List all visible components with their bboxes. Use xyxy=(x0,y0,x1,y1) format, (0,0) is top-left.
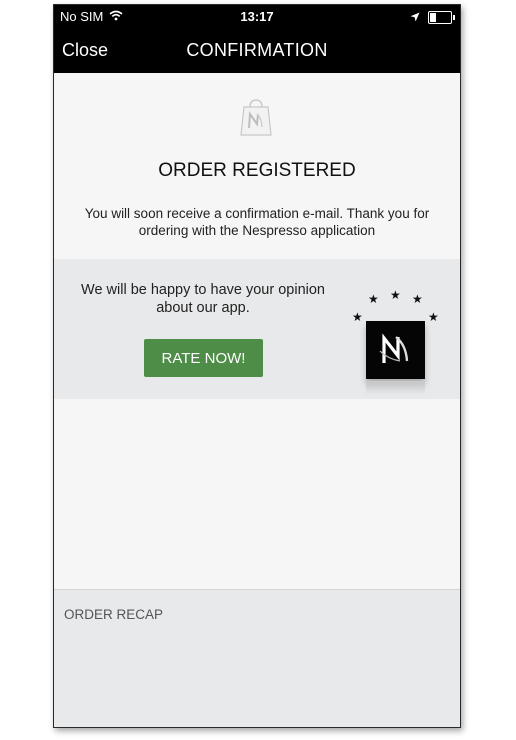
logo-reflection xyxy=(366,381,425,395)
star-icon: ★ xyxy=(390,288,401,302)
battery-icon xyxy=(428,11,455,24)
order-recap-label: ORDER RECAP xyxy=(64,607,164,622)
navigation-bar: Close CONFIRMATION xyxy=(54,29,460,73)
star-icon: ★ xyxy=(412,292,423,306)
star-icon: ★ xyxy=(368,292,379,306)
location-arrow-icon xyxy=(410,10,420,25)
rating-stars: ★ ★ ★ ★ ★ xyxy=(350,286,442,326)
star-icon: ★ xyxy=(352,310,363,324)
rate-app-panel: We will be happy to have your opinion ab… xyxy=(54,259,460,399)
status-bar: No SIM 13:17 xyxy=(54,5,460,29)
page-title: CONFIRMATION xyxy=(186,40,328,60)
rate-app-text-line: about our app. xyxy=(156,300,250,316)
confirmation-message-line: You will soon receive a confirmation e-m… xyxy=(84,206,430,221)
confirmation-message-line: ordering with the Nespresso application xyxy=(138,223,376,238)
shopping-bag-icon xyxy=(235,97,277,139)
status-right xyxy=(410,10,455,25)
order-recap-section[interactable]: ORDER RECAP xyxy=(54,589,460,727)
rate-app-text-line: We will be happy to have your opinion xyxy=(81,282,325,298)
star-icon: ★ xyxy=(428,310,439,324)
confirmation-message: You will soon receive a confirmation e-m… xyxy=(74,205,440,239)
rate-now-button[interactable]: RATE NOW! xyxy=(144,339,263,377)
order-registered-heading: ORDER REGISTERED xyxy=(158,160,356,181)
nespresso-logo-icon xyxy=(366,321,425,379)
rate-app-text: We will be happy to have your opinion ab… xyxy=(72,281,334,317)
phone-screen: No SIM 13:17 Close CONFIRMATION ORDER RE… xyxy=(53,4,461,728)
status-time: 13:17 xyxy=(240,9,274,24)
